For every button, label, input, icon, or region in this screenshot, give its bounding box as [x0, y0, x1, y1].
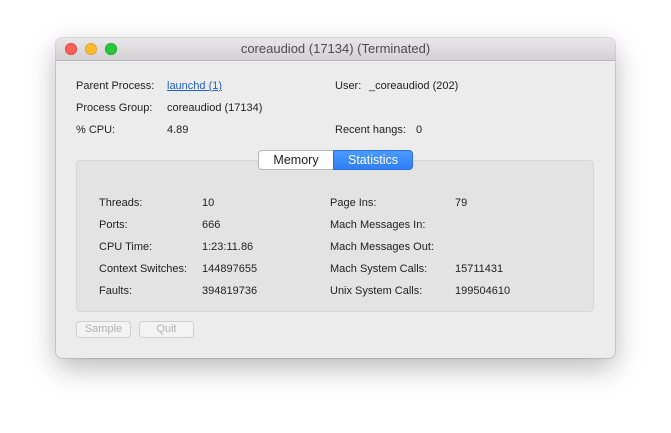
stat-label: Threads: — [99, 197, 143, 209]
stat-label: Context Switches: — [99, 263, 188, 275]
recent-hangs-value: 0 — [416, 124, 423, 136]
stat-value: 15711431 — [455, 263, 504, 275]
parent-process-link[interactable]: launchd (1) — [167, 80, 222, 92]
recent-hangs-label: Recent hangs: — [335, 124, 406, 136]
stat-value: 199504610 — [455, 285, 511, 297]
stat-value: 666 — [202, 219, 221, 231]
stat-value: 144897655 — [202, 263, 258, 275]
parent-process-label: Parent Process: — [76, 80, 155, 92]
stat-label: Unix System Calls: — [330, 285, 423, 297]
tab-memory[interactable]: Memory — [258, 150, 333, 170]
window-title: coreaudiod (17134) (Terminated) — [240, 41, 431, 56]
stat-label: Page Ins: — [330, 197, 377, 209]
stat-label: Mach Messages In: — [330, 219, 426, 231]
quit-button[interactable]: Quit — [139, 321, 194, 338]
stat-label: Ports: — [99, 219, 128, 231]
stat-label: CPU Time: — [99, 241, 153, 253]
process-info-window: coreaudiod (17134) (Terminated) Parent P… — [56, 38, 615, 358]
title-bar[interactable]: coreaudiod (17134) (Terminated) — [56, 38, 615, 61]
sample-button[interactable]: Sample — [76, 321, 131, 338]
cpu-value: 4.89 — [167, 124, 189, 136]
stat-label: Mach System Calls: — [330, 263, 428, 275]
user-value: _coreaudiod (202) — [369, 80, 459, 92]
stat-value: 10 — [202, 197, 215, 209]
process-group-label: Process Group: — [76, 102, 153, 114]
stat-label: Faults: — [99, 285, 133, 297]
stat-label: Mach Messages Out: — [330, 241, 434, 253]
stat-value: 79 — [455, 197, 468, 209]
tab-statistics[interactable]: Statistics — [333, 150, 413, 170]
cpu-label: % CPU: — [76, 124, 116, 136]
user-label: User: — [335, 80, 362, 92]
stat-value: 1:23:11.86 — [202, 241, 254, 253]
stat-value: 394819736 — [202, 285, 258, 297]
process-group-value: coreaudiod (17134) — [167, 102, 263, 114]
